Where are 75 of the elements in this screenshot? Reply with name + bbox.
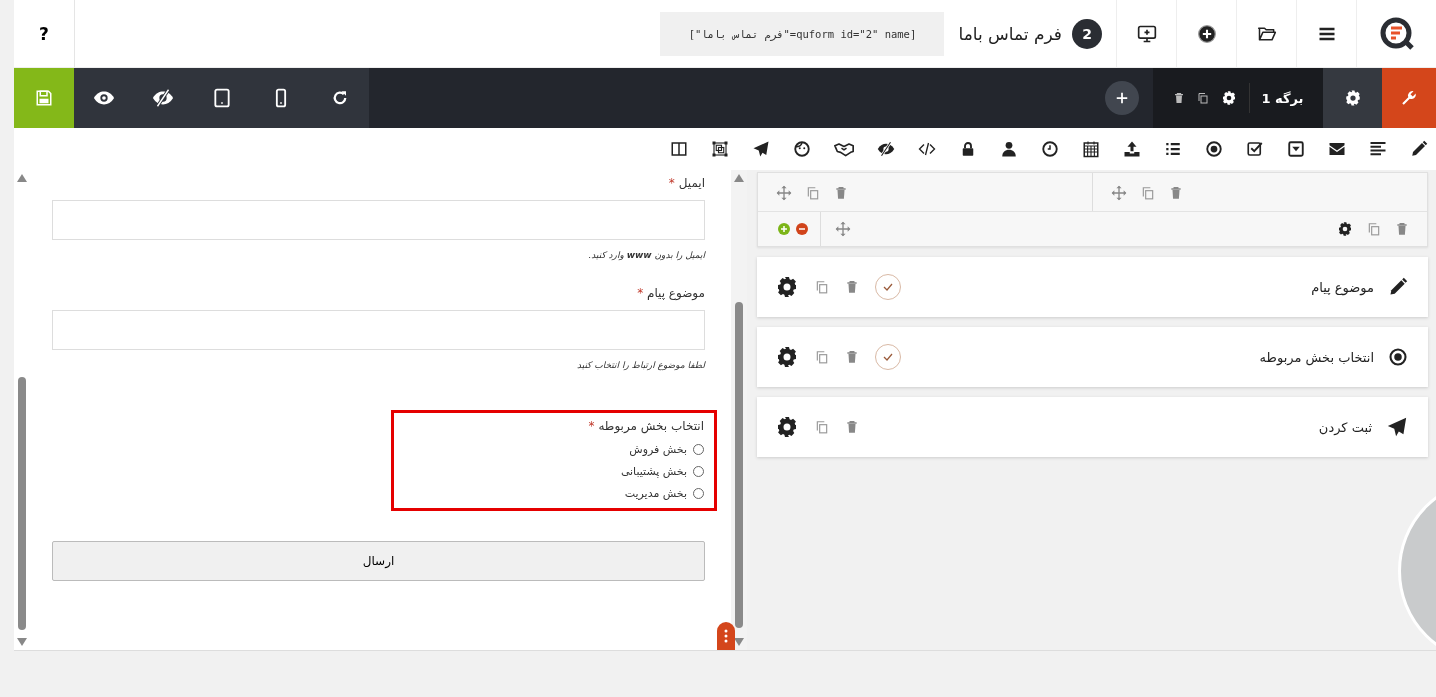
move-icon[interactable] [1111, 185, 1127, 201]
form-id-badge: 2 [1072, 18, 1102, 49]
field-label: انتخاب بخش مربوطه [598, 419, 704, 433]
radio-label[interactable]: بخش مدیریت [624, 487, 687, 500]
form-title: فرم تماس باما [958, 23, 1062, 44]
remove-column-icon[interactable] [796, 223, 808, 235]
calendar-icon[interactable] [1082, 140, 1100, 158]
pencil-icon[interactable] [1410, 140, 1428, 158]
trash-icon[interactable] [1172, 92, 1185, 104]
code-icon[interactable] [918, 140, 936, 158]
settings-icon[interactable] [775, 275, 799, 299]
shortcode-text: [quform id="2" name="فرم تماس باما"] [660, 11, 945, 56]
monitor-plus-icon[interactable] [1136, 23, 1157, 44]
settings-icon[interactable] [775, 345, 799, 369]
face-icon[interactable] [793, 140, 811, 158]
field-label: ایمیل [678, 176, 705, 190]
form-element-card[interactable]: ثبت کردن [757, 397, 1428, 457]
submit-button[interactable]: ارسال [52, 541, 705, 581]
move-icon[interactable] [776, 185, 792, 201]
preview-button[interactable] [74, 68, 133, 128]
radio-label[interactable]: بخش فروش [629, 443, 687, 456]
element-label: انتخاب بخش مربوطه [1259, 349, 1374, 365]
input-field[interactable] [52, 200, 705, 240]
settings-icon [1343, 89, 1362, 107]
paper-plane-icon [1386, 416, 1408, 438]
radio-label[interactable]: بخش پشتیبانی [620, 465, 687, 478]
text-lines-icon[interactable] [1369, 140, 1387, 158]
scroll-down-icon[interactable] [734, 638, 744, 646]
settings-button[interactable] [1323, 68, 1382, 128]
field-hint: لطفا موضوع ارتباط را انتخاب کنید [575, 360, 705, 370]
form-element-card[interactable]: موضوع پیام [757, 257, 1428, 317]
list-icon[interactable] [1164, 140, 1182, 158]
checkbox-icon[interactable] [1246, 140, 1264, 158]
scroll-down-icon[interactable] [17, 638, 27, 646]
logo-icon[interactable] [1379, 16, 1414, 51]
wrench-icon [1400, 89, 1418, 107]
required-mark: * [588, 419, 595, 433]
user-icon[interactable] [1000, 140, 1018, 158]
field-label: موضوع پیام [646, 286, 705, 300]
settings-icon[interactable] [1337, 221, 1353, 237]
upload-icon[interactable] [1123, 140, 1141, 158]
scroll-up-icon[interactable] [17, 174, 27, 182]
group-icon[interactable] [711, 140, 729, 158]
scroll-up-icon[interactable] [734, 174, 744, 182]
help-button[interactable]: ? [14, 0, 75, 67]
clock-icon[interactable] [1041, 140, 1059, 158]
settings-icon[interactable] [1220, 90, 1237, 106]
paper-plane-icon[interactable] [752, 140, 770, 158]
columns-icon[interactable] [670, 140, 688, 158]
page-tab[interactable]: برگه 1 [1261, 90, 1304, 106]
required-mark: * [637, 286, 644, 300]
scrollbar-thumb[interactable] [18, 377, 26, 630]
more-options-button[interactable] [717, 622, 735, 650]
dropdown-icon[interactable] [1287, 140, 1305, 158]
radio-icon [1388, 347, 1408, 367]
required-mark: * [668, 176, 675, 190]
input-field[interactable] [52, 310, 705, 350]
envelope-icon[interactable] [1328, 140, 1346, 158]
vertical-dots-icon [724, 629, 728, 643]
tablet-icon [211, 88, 232, 108]
form-element-card[interactable]: انتخاب بخش مربوطه [757, 327, 1428, 387]
plus-icon [1115, 91, 1129, 105]
add-circle-icon[interactable] [1196, 23, 1217, 44]
element-label: ثبت کردن [1318, 419, 1372, 435]
move-icon[interactable] [835, 221, 851, 237]
element-label: موضوع پیام [1311, 279, 1374, 295]
settings-icon[interactable] [775, 415, 799, 439]
pencil-icon [1388, 277, 1408, 297]
radio-icon[interactable] [1205, 140, 1223, 158]
eye-slash-icon [151, 87, 174, 109]
reload-button[interactable] [310, 68, 369, 128]
eye-slash-icon[interactable] [877, 140, 895, 158]
add-page-button[interactable] [1105, 81, 1139, 115]
scrollbar-thumb[interactable] [735, 302, 743, 628]
copy-icon[interactable] [1196, 92, 1209, 104]
